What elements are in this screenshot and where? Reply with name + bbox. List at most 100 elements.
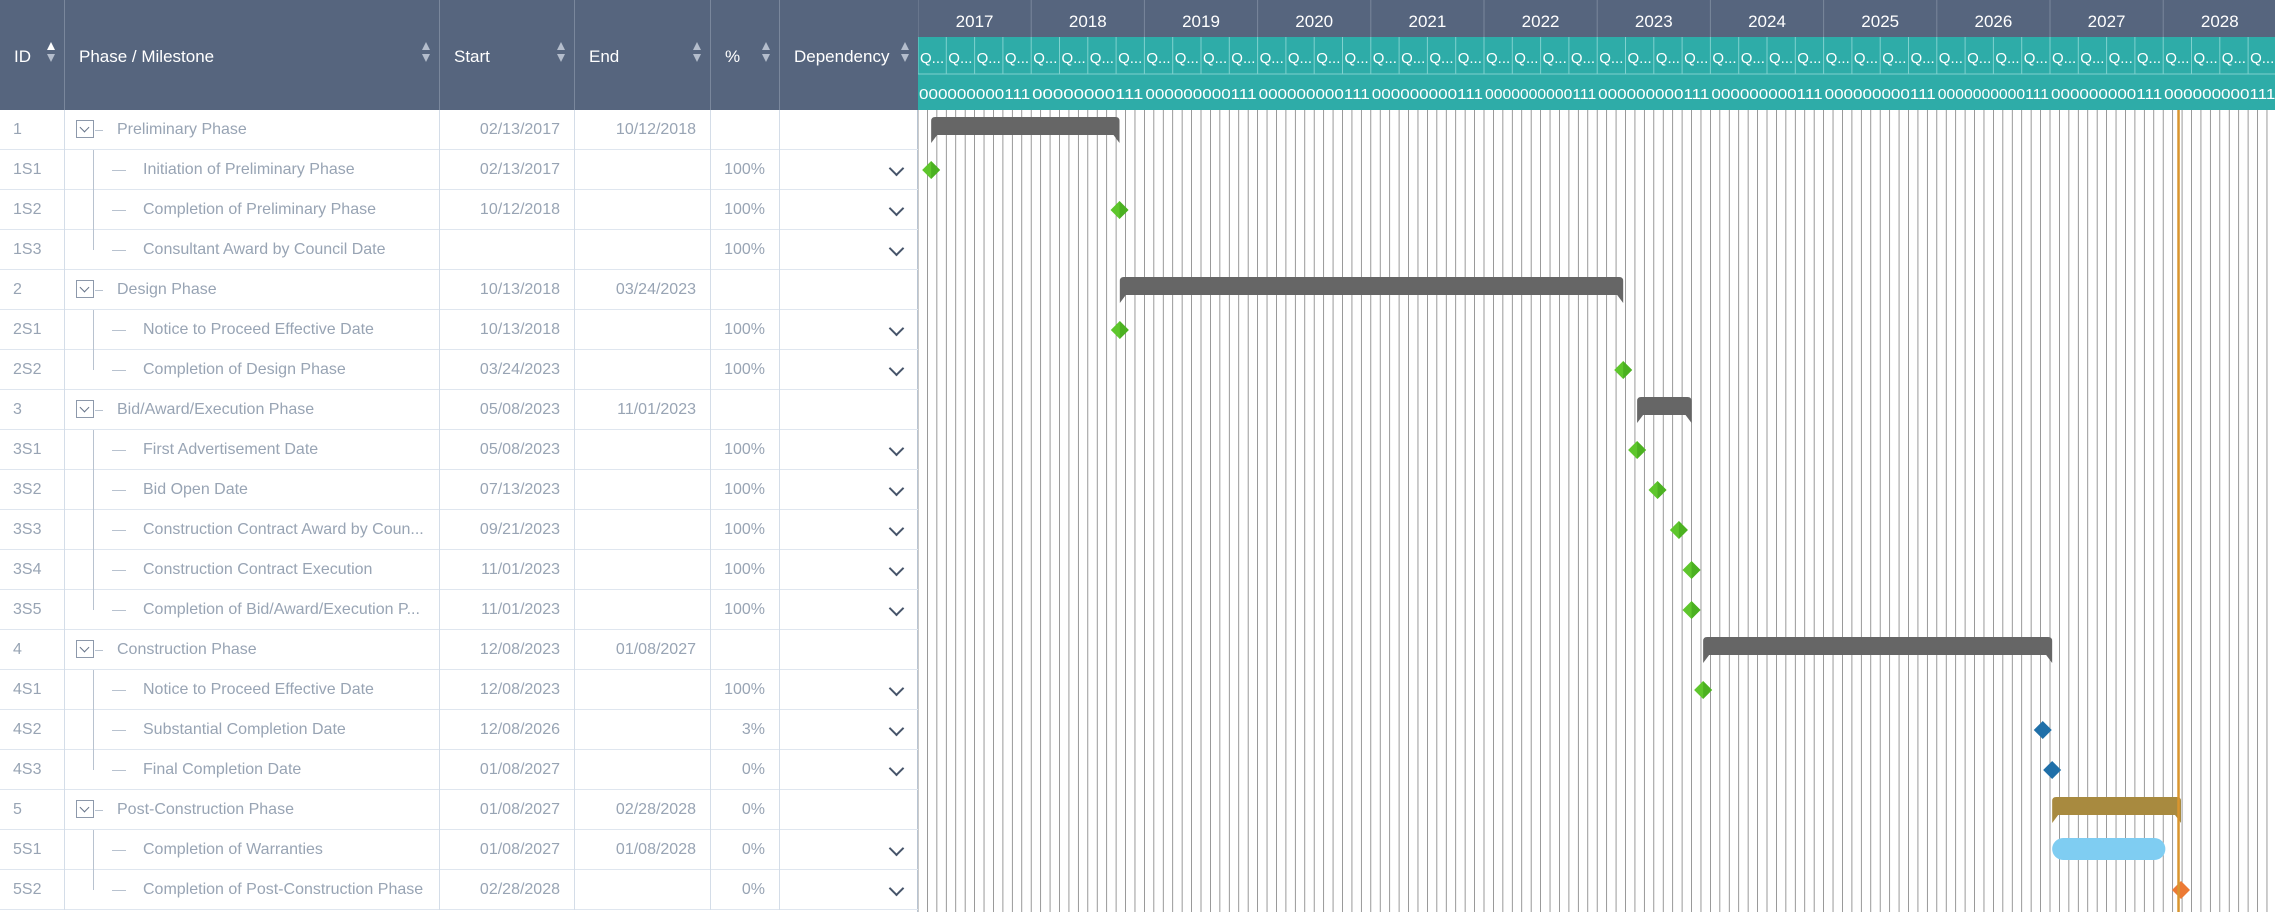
start-cell[interactable]: 05/08/2023 <box>440 390 575 430</box>
dependency-dropdown-icon[interactable] <box>888 240 905 257</box>
percent-cell[interactable]: 100% <box>711 470 780 510</box>
collapse-toggle-icon[interactable] <box>76 120 94 138</box>
dependency-dropdown-icon[interactable] <box>888 200 905 217</box>
milestone-row[interactable]: 4S3 Final Completion Date 01/08/2027 0% <box>0 750 918 790</box>
sort-icon[interactable] <box>422 42 431 66</box>
sort-icon[interactable] <box>901 42 910 66</box>
dependency-cell[interactable] <box>780 310 918 350</box>
phase-row[interactable]: 1 Preliminary Phase 02/13/2017 10/12/201… <box>0 110 918 150</box>
dependency-cell[interactable] <box>780 230 918 270</box>
dependency-cell[interactable] <box>780 510 918 550</box>
end-cell[interactable] <box>575 710 711 750</box>
dependency-cell[interactable] <box>780 870 918 910</box>
column-header-id[interactable]: ID <box>0 0 65 110</box>
dependency-cell[interactable] <box>780 710 918 750</box>
dependency-cell[interactable] <box>780 430 918 470</box>
name-cell[interactable]: Construction Contract Award by Coun... <box>65 510 440 550</box>
column-header-dependency[interactable]: Dependency <box>780 0 918 110</box>
start-cell[interactable]: 12/08/2026 <box>440 710 575 750</box>
milestone-row[interactable]: 5S2 Completion of Post-Construction Phas… <box>0 870 918 910</box>
percent-cell[interactable]: 100% <box>711 150 780 190</box>
start-cell[interactable]: 12/08/2023 <box>440 630 575 670</box>
end-cell[interactable]: 03/24/2023 <box>575 270 711 310</box>
name-cell[interactable]: Notice to Proceed Effective Date <box>65 310 440 350</box>
dependency-dropdown-icon[interactable] <box>888 840 905 857</box>
percent-cell[interactable]: 100% <box>711 510 780 550</box>
start-cell[interactable]: 09/21/2023 <box>440 510 575 550</box>
column-header-name[interactable]: Phase / Milestone <box>65 0 440 110</box>
column-header-percent[interactable]: % <box>711 0 780 110</box>
milestone-row[interactable]: 1S3 Consultant Award by Council Date 100… <box>0 230 918 270</box>
start-cell[interactable]: 01/08/2027 <box>440 750 575 790</box>
end-cell[interactable] <box>575 190 711 230</box>
dependency-cell[interactable] <box>780 350 918 390</box>
name-cell[interactable]: Construction Phase <box>65 630 440 670</box>
percent-cell[interactable]: 3% <box>711 710 780 750</box>
start-cell[interactable]: 07/13/2023 <box>440 470 575 510</box>
name-cell[interactable]: Completion of Bid/Award/Execution P... <box>65 590 440 630</box>
milestone-row[interactable]: 4S1 Notice to Proceed Effective Date 12/… <box>0 670 918 710</box>
name-cell[interactable]: Preliminary Phase <box>65 110 440 150</box>
dependency-cell[interactable] <box>780 150 918 190</box>
percent-cell[interactable]: 100% <box>711 550 780 590</box>
dependency-cell[interactable] <box>780 270 918 310</box>
percent-cell[interactable] <box>711 390 780 430</box>
name-cell[interactable]: Bid Open Date <box>65 470 440 510</box>
percent-cell[interactable]: 100% <box>711 670 780 710</box>
dependency-dropdown-icon[interactable] <box>888 480 905 497</box>
name-cell[interactable]: Substantial Completion Date <box>65 710 440 750</box>
start-cell[interactable] <box>440 230 575 270</box>
name-cell[interactable]: Notice to Proceed Effective Date <box>65 670 440 710</box>
name-cell[interactable]: Completion of Preliminary Phase <box>65 190 440 230</box>
start-cell[interactable]: 05/08/2023 <box>440 430 575 470</box>
collapse-toggle-icon[interactable] <box>76 800 94 818</box>
dependency-dropdown-icon[interactable] <box>888 160 905 177</box>
name-cell[interactable]: Completion of Warranties <box>65 830 440 870</box>
dependency-cell[interactable] <box>780 190 918 230</box>
sort-icon[interactable] <box>47 42 56 66</box>
start-cell[interactable]: 12/08/2023 <box>440 670 575 710</box>
start-cell[interactable]: 11/01/2023 <box>440 550 575 590</box>
name-cell[interactable]: Consultant Award by Council Date <box>65 230 440 270</box>
end-cell[interactable]: 01/08/2027 <box>575 630 711 670</box>
name-cell[interactable]: Final Completion Date <box>65 750 440 790</box>
end-cell[interactable] <box>575 750 711 790</box>
dependency-dropdown-icon[interactable] <box>888 560 905 577</box>
end-cell[interactable]: 01/08/2028 <box>575 830 711 870</box>
dependency-dropdown-icon[interactable] <box>888 320 905 337</box>
dependency-cell[interactable] <box>780 790 918 830</box>
percent-cell[interactable]: 100% <box>711 310 780 350</box>
milestone-row[interactable]: 3S2 Bid Open Date 07/13/2023 100% <box>0 470 918 510</box>
sort-icon[interactable] <box>693 42 702 66</box>
sort-icon[interactable] <box>557 42 566 66</box>
percent-cell[interactable]: 100% <box>711 230 780 270</box>
end-cell[interactable]: 11/01/2023 <box>575 390 711 430</box>
dependency-cell[interactable] <box>780 550 918 590</box>
name-cell[interactable]: Post-Construction Phase <box>65 790 440 830</box>
phase-row[interactable]: 3 Bid/Award/Execution Phase 05/08/2023 1… <box>0 390 918 430</box>
end-cell[interactable] <box>575 230 711 270</box>
dependency-dropdown-icon[interactable] <box>888 360 905 377</box>
start-cell[interactable]: 01/08/2027 <box>440 830 575 870</box>
dependency-dropdown-icon[interactable] <box>888 520 905 537</box>
end-cell[interactable] <box>575 310 711 350</box>
dependency-cell[interactable] <box>780 750 918 790</box>
end-cell[interactable] <box>575 670 711 710</box>
percent-cell[interactable]: 0% <box>711 830 780 870</box>
sort-icon[interactable] <box>762 42 771 66</box>
collapse-toggle-icon[interactable] <box>76 280 94 298</box>
collapse-toggle-icon[interactable] <box>76 400 94 418</box>
percent-cell[interactable] <box>711 110 780 150</box>
collapse-toggle-icon[interactable] <box>76 640 94 658</box>
dependency-cell[interactable] <box>780 470 918 510</box>
dependency-cell[interactable] <box>780 110 918 150</box>
name-cell[interactable]: Initiation of Preliminary Phase <box>65 150 440 190</box>
percent-cell[interactable]: 0% <box>711 870 780 910</box>
start-cell[interactable]: 02/13/2017 <box>440 150 575 190</box>
dependency-dropdown-icon[interactable] <box>888 440 905 457</box>
dependency-dropdown-icon[interactable] <box>888 760 905 777</box>
dependency-dropdown-icon[interactable] <box>888 600 905 617</box>
milestone-row[interactable]: 1S2 Completion of Preliminary Phase 10/1… <box>0 190 918 230</box>
start-cell[interactable]: 02/13/2017 <box>440 110 575 150</box>
percent-cell[interactable] <box>711 630 780 670</box>
